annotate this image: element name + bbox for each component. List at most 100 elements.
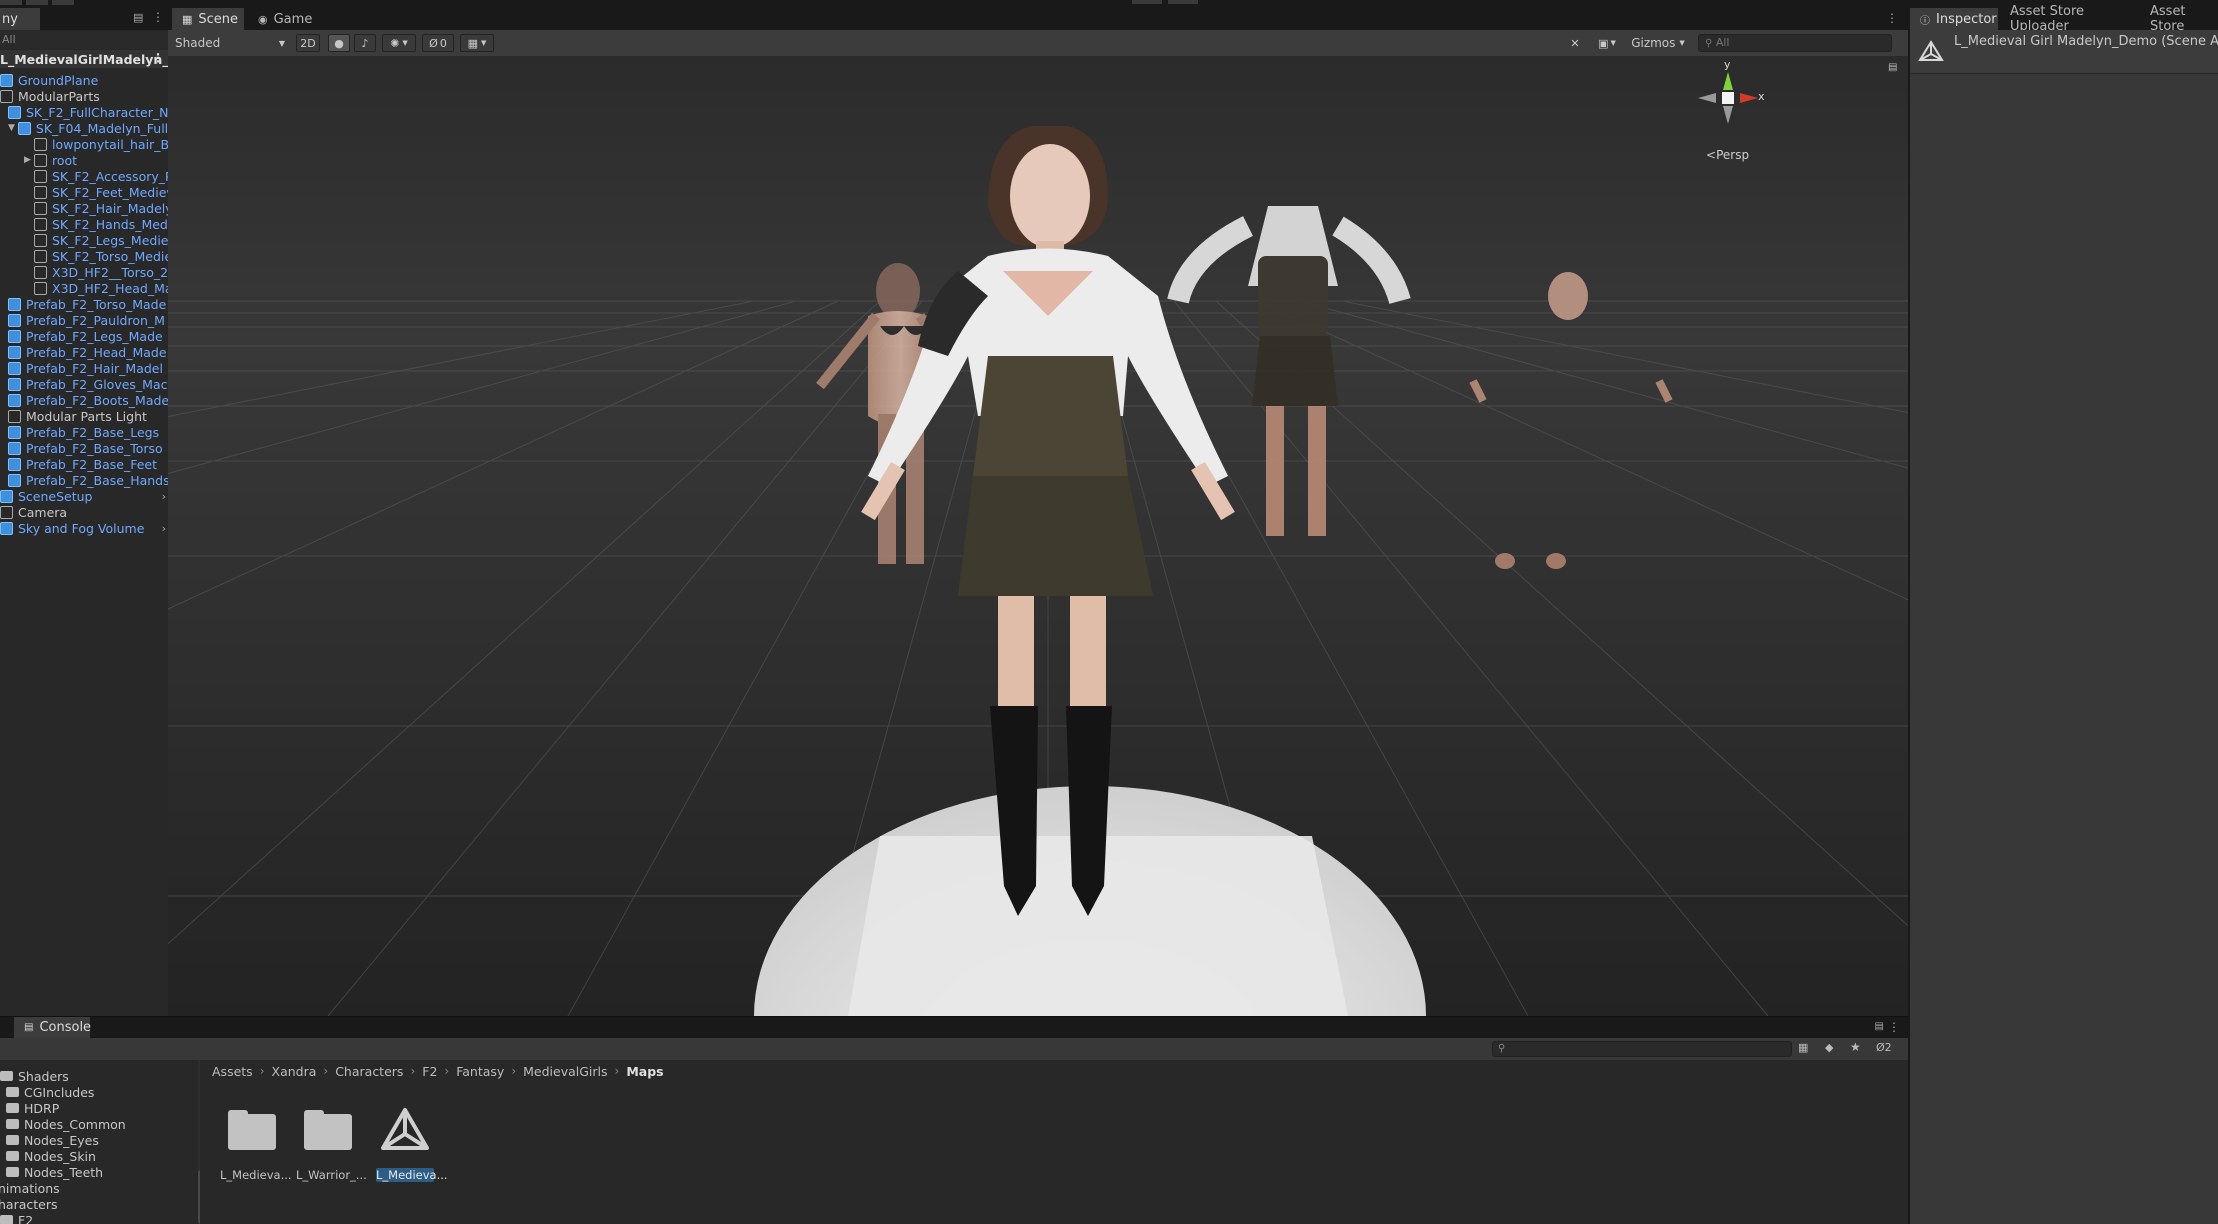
hierarchy-item[interactable]: Prefab_F2_Base_Hands› <box>0 472 178 488</box>
asset-item-selected[interactable]: L_Medieva... <box>372 1106 448 1190</box>
toolbar-button[interactable] <box>1132 0 1162 4</box>
tab-inspector[interactable]: ⓘ Inspector <box>1910 8 1998 30</box>
project-folder-item[interactable]: Nodes_Skin <box>6 1148 96 1164</box>
open-prefab-arrow-icon[interactable]: › <box>162 490 166 503</box>
breadcrumb-item[interactable]: Fantasy <box>456 1064 504 1079</box>
breadcrumb-item[interactable]: Characters <box>335 1064 403 1079</box>
hierarchy-item[interactable]: Prefab_F2_Gloves_Mac› <box>0 376 178 392</box>
project-folder-item[interactable]: Shaders <box>0 1068 69 1084</box>
toolbar-button[interactable] <box>0 0 22 5</box>
hierarchy-item[interactable]: Camera <box>0 504 170 520</box>
lighting-toggle[interactable]: ● <box>328 34 350 52</box>
hierarchy-item-label: SK_F2_Hands_Medie <box>52 216 180 232</box>
breadcrumb-item[interactable]: Maps <box>626 1064 663 1079</box>
project-folder-item[interactable]: CGIncludes <box>6 1084 94 1100</box>
open-prefab-arrow-icon[interactable]: › <box>162 522 166 535</box>
lock-icon[interactable]: ▤ <box>1875 1021 1884 1032</box>
hierarchy-item-label: ModularParts <box>18 88 100 104</box>
hierarchy-item-label: Prefab_F2_Head_Made <box>26 344 167 360</box>
hierarchy-item-label: Camera <box>18 504 68 520</box>
tools-button[interactable]: ✕ <box>1564 34 1586 52</box>
hierarchy-item[interactable]: Prefab_F2_Base_Feet› <box>0 456 178 472</box>
project-folder-label: Nodes_Teeth <box>24 1164 104 1180</box>
asset-item[interactable]: L_Medieva... <box>220 1110 292 1190</box>
breadcrumb-item[interactable]: F2 <box>422 1064 437 1079</box>
hierarchy-item[interactable]: Prefab_F2_Base_Torso› <box>0 440 178 456</box>
expand-arrow-icon[interactable]: ▶ <box>24 155 31 165</box>
hierarchy-item[interactable]: SceneSetup › <box>0 488 170 504</box>
hierarchy-search-input[interactable]: All <box>0 31 168 49</box>
audio-toggle[interactable]: ♪ <box>354 34 376 52</box>
toggle-2d-button[interactable]: 2D <box>296 34 320 52</box>
tab-asset-store-uploader[interactable]: Asset Store Uploader <box>2000 4 2140 34</box>
prefab-cube-icon <box>0 489 13 503</box>
tree-scrollbar-thumb[interactable] <box>198 1170 200 1224</box>
project-folder-item[interactable]: Nodes_Eyes <box>6 1132 99 1148</box>
btn-2d-label: 2D <box>300 36 316 50</box>
breadcrumb-item[interactable]: Assets <box>212 1064 253 1079</box>
hierarchy-item[interactable]: ▼ SK_F04_Madelyn_FullB <box>0 120 178 136</box>
hierarchy-item[interactable]: Sky and Fog Volume › <box>0 520 170 536</box>
project-folder-label: Nodes_Common <box>24 1116 126 1132</box>
hierarchy-item[interactable]: Prefab_F2_Pauldron_M› <box>0 312 178 328</box>
breadcrumb-item[interactable]: Xandra <box>272 1064 317 1079</box>
hierarchy-item[interactable]: GroundPlane <box>0 72 170 88</box>
tab-scene[interactable]: ▦ Scene <box>172 8 244 30</box>
scene-menu-icon[interactable]: ⋮ <box>152 51 164 65</box>
more-options-icon[interactable]: ⋮ <box>152 10 164 24</box>
expand-arrow-icon[interactable]: ▼ <box>8 123 15 133</box>
hierarchy-item[interactable]: Modular Parts Light <box>0 408 178 424</box>
filter-by-label-icon[interactable]: ◆ <box>1825 1041 1833 1054</box>
gameobject-cube-icon <box>34 233 47 247</box>
project-folder-item[interactable]: haracters <box>0 1196 58 1212</box>
projection-toggle[interactable]: <Persp <box>1706 148 1749 162</box>
hierarchy-item[interactable]: Prefab_F2_Head_Made› <box>0 344 178 360</box>
scene-header-row[interactable]: L_MedievalGirlMadelyn_D ⋮ <box>0 50 168 68</box>
more-options-icon[interactable]: ⋮ <box>1888 1020 1900 1034</box>
camera-settings-dropdown[interactable]: ▣ ▼ <box>1592 34 1622 52</box>
project-folder-item[interactable]: Nodes_Teeth <box>6 1164 103 1180</box>
lock-icon[interactable]: ▤ <box>133 11 143 24</box>
gizmos-dropdown[interactable]: Gizmos ▼ <box>1626 34 1690 52</box>
hierarchy-item-label: SK_F2_Hair_Madelyn <box>52 200 181 216</box>
scene-visibility-toggle[interactable]: Ø 0 <box>422 34 454 52</box>
hierarchy-item[interactable]: Prefab_F2_Legs_Made› <box>0 328 178 344</box>
project-folder-item[interactable]: HDRP <box>6 1100 59 1116</box>
project-search-input[interactable]: ⚲ <box>1492 1041 1792 1057</box>
tab-asset-store[interactable]: Asset Store <box>2140 4 2218 34</box>
toolbar-button[interactable] <box>1168 0 1198 4</box>
hierarchy-item[interactable]: Prefab_F2_Boots_Made› <box>0 392 178 408</box>
project-folder-item[interactable]: nimations <box>0 1180 60 1196</box>
tab-game[interactable]: ◉ Game <box>248 8 320 30</box>
grid-snap-toggle[interactable]: ▦ ▼ <box>460 34 494 52</box>
scene-search-placeholder: All <box>1715 36 1730 49</box>
lock-icon[interactable]: ▤ <box>1888 62 1897 73</box>
toolbar-button[interactable] <box>52 0 74 5</box>
hierarchy-item-label: Prefab_F2_Legs_Made <box>26 328 163 344</box>
favorite-star-icon[interactable]: ★ <box>1850 1040 1861 1054</box>
toolbar-button[interactable] <box>26 0 48 5</box>
scene-search-input[interactable]: ⚲ All <box>1698 34 1892 52</box>
asset-item[interactable]: L_Warrior_... <box>296 1110 367 1190</box>
gameobject-cube-icon <box>34 169 47 183</box>
hierarchy-item-label: X3D_HF2_Head_Mac <box>52 280 180 296</box>
hierarchy-item[interactable]: Prefab_F2_Base_Legs› <box>0 424 178 440</box>
tab-hierarchy[interactable]: ny <box>0 8 40 30</box>
hierarchy-item[interactable]: SK_F2_FullCharacter_N› <box>0 104 178 120</box>
orientation-gizmo[interactable]: y x <box>1688 58 1768 142</box>
hierarchy-item[interactable]: Prefab_F2_Hair_Madel› <box>0 360 178 376</box>
project-folder-item[interactable]: Nodes_Common <box>6 1116 126 1132</box>
hierarchy-item[interactable]: Prefab_F2_Torso_Made› <box>0 296 178 312</box>
effects-toggle[interactable]: ✺ ▼ <box>382 34 416 52</box>
tree-scrollbar[interactable] <box>198 1060 200 1224</box>
hierarchy-item[interactable]: ModularParts <box>0 88 170 104</box>
draw-mode-dropdown[interactable]: Shaded ▼ <box>170 34 290 52</box>
tab-console[interactable]: ▤ Console <box>14 1017 91 1038</box>
more-options-icon[interactable]: ⋮ <box>1886 11 1898 25</box>
scene-viewport[interactable]: y x ▤ <Persp <box>168 56 1908 1016</box>
hidden-packages-toggle[interactable]: Ø2 <box>1876 1041 1892 1054</box>
project-folder-item[interactable]: F2 <box>0 1212 33 1224</box>
folder-icon <box>228 1110 278 1150</box>
breadcrumb-item[interactable]: MedievalGirls <box>523 1064 607 1079</box>
filter-by-type-icon[interactable]: ▦ <box>1798 1041 1808 1054</box>
